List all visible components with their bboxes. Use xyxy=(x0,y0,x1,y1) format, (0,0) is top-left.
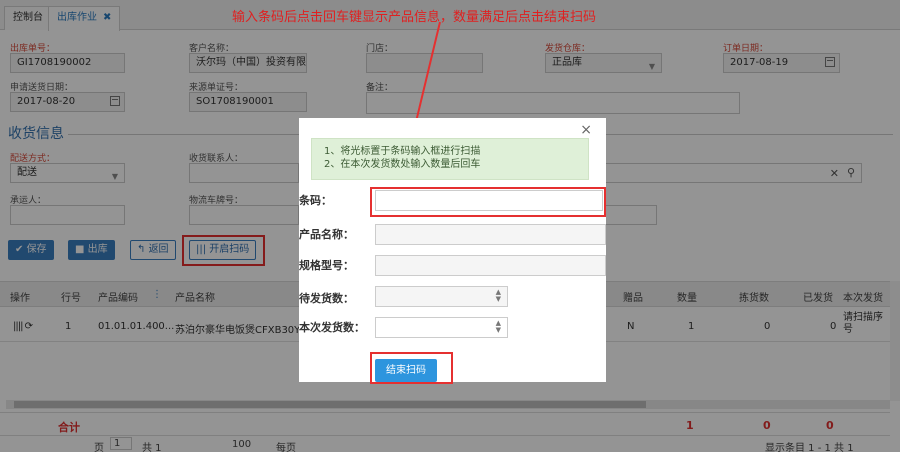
spinner-icon: ▲ ▼ xyxy=(495,288,501,303)
scan-tip: 1、将光标置于条码输入框进行扫描 2、在本次发货数处输入数量后回车 xyxy=(311,138,589,180)
product-name-field xyxy=(375,224,606,245)
pending-qty-field: ▲ ▼ xyxy=(375,286,508,307)
this-qty-input[interactable]: ▲ ▼ xyxy=(375,317,508,338)
spinner-icon[interactable]: ▲ ▼ xyxy=(496,320,501,334)
highlight-box-end-scan xyxy=(370,352,453,384)
pending-qty-label: 待发货数： xyxy=(299,292,354,305)
scan-dialog: × 1、将光标置于条码输入框进行扫描 2、在本次发货数处输入数量后回车 条码： … xyxy=(299,118,606,382)
highlight-box-barcode xyxy=(370,187,606,217)
tip-line-1: 1、将光标置于条码输入框进行扫描 xyxy=(324,146,481,157)
this-qty-label: 本次发货数： xyxy=(299,321,365,334)
product-name-label: 产品名称： xyxy=(299,228,354,241)
spec-field xyxy=(375,255,606,276)
tip-line-2: 2、在本次发货数处输入数量后回车 xyxy=(324,159,481,170)
close-icon[interactable]: × xyxy=(580,122,592,138)
barcode-label: 条码： xyxy=(299,194,332,207)
spec-label: 规格型号： xyxy=(299,259,354,272)
